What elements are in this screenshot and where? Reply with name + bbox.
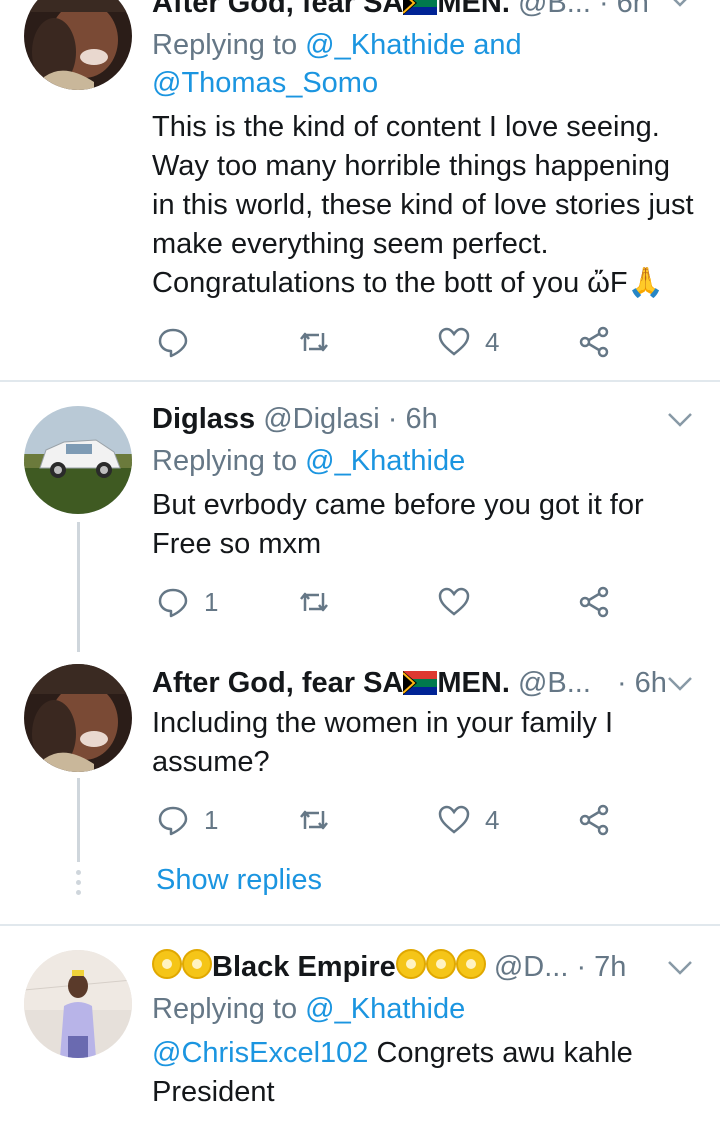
author-handle[interactable]: @D... — [494, 951, 569, 983]
like-count: 4 — [485, 326, 500, 357]
like-button[interactable]: 4 — [437, 800, 499, 840]
reply-icon — [158, 806, 188, 836]
mention-link[interactable]: @ChrisExcel102 — [152, 1037, 368, 1069]
share-button[interactable] — [577, 322, 611, 362]
reply-button[interactable] — [156, 322, 204, 362]
author-name-suffix[interactable]: MEN. — [437, 667, 510, 699]
retweet-icon — [300, 592, 328, 612]
reply-count: 1 — [204, 586, 219, 617]
south-africa-flag-icon — [402, 0, 438, 15]
replying-to-prefix: Replying to — [152, 445, 298, 477]
retweet-button[interactable] — [297, 800, 345, 840]
replying-to: Replying to @_Khathide — [152, 442, 696, 480]
tweet-header: After God, fear SA MEN. @B... · 6h — [152, 0, 696, 22]
retweet-button[interactable] — [297, 582, 345, 622]
tweet-text: Including the women in your family I ass… — [152, 707, 613, 778]
tweet-actions: 4 — [152, 322, 632, 362]
south-africa-flag-icon — [402, 667, 438, 695]
author-name[interactable]: Diglass — [152, 403, 255, 435]
author-name[interactable]: After God, fear SA — [152, 0, 403, 19]
author-handle[interactable]: @Diglasi — [263, 403, 379, 435]
reply-button[interactable]: 1 — [156, 582, 218, 622]
share-icon — [579, 804, 609, 836]
show-replies-link[interactable]: Show replies — [156, 864, 322, 897]
share-icon — [579, 586, 609, 618]
tweet-header: Black Empire @D... · 7h — [152, 948, 696, 986]
timestamp[interactable]: · 6h — [388, 403, 438, 435]
share-button[interactable] — [577, 800, 611, 840]
chevron-down-icon[interactable] — [666, 958, 694, 978]
tweet-text: But evrbody came before you got it for F… — [152, 489, 644, 560]
share-icon — [579, 326, 609, 358]
tweet-text: This is the kind of content I love seein… — [152, 111, 694, 299]
tweet-3[interactable]: After God, fear SA MEN. @B... · 6h Includ… — [0, 652, 720, 926]
thread-dots — [76, 870, 81, 900]
thread-line — [77, 522, 80, 652]
tweet-actions: 1 4 — [152, 800, 632, 840]
sun-emoji-icon — [455, 949, 486, 979]
sun-emoji-icon — [425, 949, 456, 979]
share-button[interactable] — [577, 582, 611, 622]
retweet-button[interactable] — [297, 322, 345, 362]
replying-to: Replying to @_Khathide and @Thomas_Somo — [152, 26, 696, 102]
heart-icon — [438, 805, 470, 834]
like-count: 4 — [485, 804, 500, 835]
replying-to-link[interactable]: @_Khathide — [305, 445, 465, 477]
tweet-actions: 1 — [152, 582, 632, 622]
author-handle[interactable]: @B... — [518, 667, 591, 699]
replying-to-link[interactable]: @_Khathide — [305, 993, 465, 1025]
retweet-icon — [300, 332, 328, 352]
replying-to-prefix: Replying to — [152, 29, 298, 61]
tweet-header: Diglass @Diglasi · 6h — [152, 400, 696, 438]
author-name-suffix[interactable]: MEN. — [437, 0, 510, 19]
replying-to-prefix: Replying to — [152, 993, 298, 1025]
author-handle[interactable]: @B... — [518, 0, 591, 19]
reply-count: 1 — [204, 804, 219, 835]
timestamp[interactable]: · 6h — [599, 0, 649, 19]
timestamp[interactable]: · 7h — [576, 951, 626, 983]
like-button[interactable] — [437, 582, 485, 622]
avatar[interactable] — [24, 664, 132, 772]
heart-icon — [438, 327, 470, 356]
tweet-text-block: @ChrisExcel102 Congrets awu kahle Presid… — [152, 1034, 696, 1112]
avatar[interactable] — [24, 406, 132, 514]
thread-line — [77, 778, 80, 862]
avatar[interactable] — [24, 0, 132, 90]
replying-to: Replying to @_Khathide — [152, 990, 696, 1028]
chevron-down-icon[interactable] — [666, 410, 694, 430]
reply-icon — [158, 588, 188, 618]
timestamp[interactable]: · 6h — [617, 667, 667, 699]
reply-button[interactable]: 1 — [156, 800, 218, 840]
chevron-down-icon[interactable] — [666, 0, 694, 10]
author-name[interactable]: After God, fear SA — [152, 667, 403, 699]
tweet-4[interactable]: Black Empire @D... · 7h Replying to @_Kh… — [0, 926, 720, 1123]
reply-icon — [158, 328, 188, 358]
heart-icon — [438, 587, 470, 616]
tweet-2[interactable]: Diglass @Diglasi · 6h Replying to @_Khat… — [0, 382, 720, 652]
sun-emoji-icon — [152, 949, 182, 979]
chevron-down-icon[interactable] — [666, 674, 694, 694]
sun-emoji-icon — [395, 949, 426, 979]
like-button[interactable]: 4 — [437, 322, 499, 362]
author-name[interactable]: Black Empire — [212, 951, 396, 983]
sun-emoji-icon — [182, 949, 212, 979]
tweet-1[interactable]: After God, fear SA MEN. @B... · 6h Replyi… — [0, 0, 720, 382]
retweet-icon — [300, 810, 328, 830]
tweet-header: After God, fear SA MEN. @B... · 6h — [152, 664, 696, 702]
avatar[interactable] — [24, 950, 132, 1058]
